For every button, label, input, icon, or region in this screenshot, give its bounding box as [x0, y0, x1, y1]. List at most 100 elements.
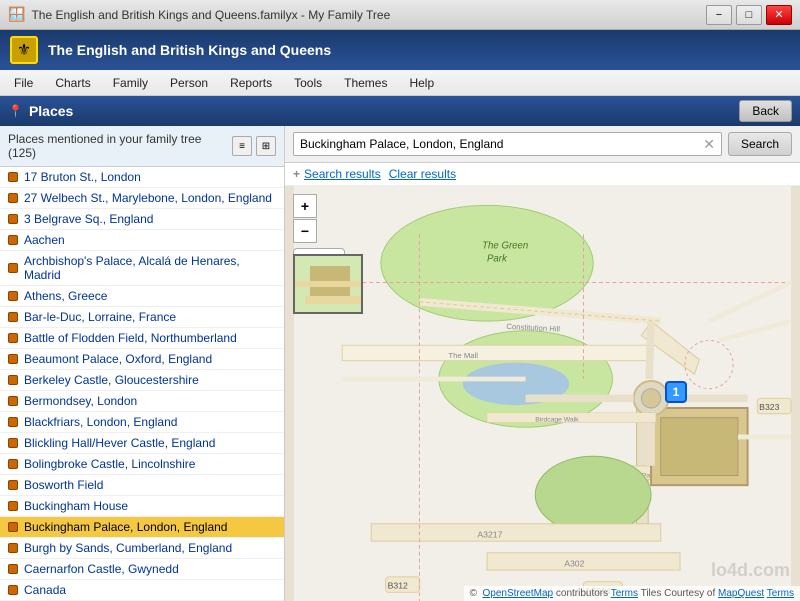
search-results-link[interactable]: Search results — [304, 167, 381, 181]
zoom-in-button[interactable]: + — [293, 194, 317, 218]
list-item[interactable]: Aachen — [0, 230, 284, 251]
place-item-label: 27 Welbech St., Marylebone, London, Engl… — [24, 191, 272, 205]
list-item[interactable]: Buckingham Palace, London, England — [0, 517, 284, 538]
menu-tools[interactable]: Tools — [284, 73, 332, 93]
places-list: 17 Bruton St., London 27 Welbech St., Mar… — [0, 167, 284, 601]
menu-person[interactable]: Person — [160, 73, 218, 93]
list-item[interactable]: Bar-le-Duc, Lorraine, France — [0, 307, 284, 328]
list-item[interactable]: 17 Bruton St., London — [0, 167, 284, 188]
list-item[interactable]: Berkeley Castle, Gloucestershire — [0, 370, 284, 391]
app-header: ⚜ The English and British Kings and Quee… — [0, 30, 800, 70]
place-item-label: Caernarfon Castle, Gwynedd — [24, 562, 179, 576]
svg-text:B323: B323 — [759, 402, 779, 412]
place-dot-icon — [8, 354, 18, 364]
back-button[interactable]: Back — [739, 100, 792, 122]
place-dot-icon — [8, 291, 18, 301]
maximize-button[interactable]: □ — [736, 5, 762, 25]
place-item-label: Buckingham Palace, London, England — [24, 520, 227, 534]
close-button[interactable]: ✕ — [766, 5, 792, 25]
list-item[interactable]: Bermondsey, London — [0, 391, 284, 412]
left-panel: Places mentioned in your family tree (12… — [0, 126, 285, 601]
place-dot-icon — [8, 312, 18, 322]
map-marker-pin: 1 — [665, 381, 687, 403]
svg-text:Park: Park — [487, 253, 508, 264]
list-item[interactable]: Beaumont Palace, Oxford, England — [0, 349, 284, 370]
places-header-icon: 📍 — [8, 104, 23, 118]
place-item-label: Athens, Greece — [24, 289, 107, 303]
zoom-out-button[interactable]: − — [293, 219, 317, 243]
map-thumbnail — [293, 254, 363, 314]
menu-file[interactable]: File — [4, 73, 43, 93]
menu-themes[interactable]: Themes — [334, 73, 397, 93]
search-input-wrap: ✕ — [293, 132, 722, 156]
svg-text:The Mall: The Mall — [448, 351, 478, 360]
app-header-title: The English and British Kings and Queens — [48, 42, 331, 58]
list-item[interactable]: Canada — [0, 580, 284, 601]
map-marker: 1 — [665, 381, 687, 403]
place-item-label: Bermondsey, London — [24, 394, 137, 408]
list-item[interactable]: Buckingham House — [0, 496, 284, 517]
minimize-button[interactable]: − — [706, 5, 732, 25]
list-view-button[interactable]: ≡ — [232, 136, 252, 156]
attribution-text: © — [470, 588, 480, 599]
place-dot-icon — [8, 263, 18, 273]
list-item[interactable]: Blackfriars, London, England — [0, 412, 284, 433]
search-results-bar: + Search results Clear results — [285, 163, 800, 186]
place-item-label: Canada — [24, 583, 66, 597]
svg-text:A3217: A3217 — [477, 529, 502, 539]
list-item[interactable]: Battle of Flodden Field, Northumberland — [0, 328, 284, 349]
place-dot-icon — [8, 459, 18, 469]
map-attribution: © OpenStreetMap contributors Terms Tiles… — [464, 586, 800, 601]
svg-text:B312: B312 — [388, 580, 408, 590]
plus-icon: + — [293, 167, 300, 181]
place-dot-icon — [8, 417, 18, 427]
place-item-label: 17 Bruton St., London — [24, 170, 141, 184]
place-item-label: Buckingham House — [24, 499, 128, 513]
list-item[interactable]: Blickling Hall/Hever Castle, England — [0, 433, 284, 454]
place-item-label: Burgh by Sands, Cumberland, England — [24, 541, 232, 555]
menu-reports[interactable]: Reports — [220, 73, 282, 93]
place-dot-icon — [8, 235, 18, 245]
list-item[interactable]: Caernarfon Castle, Gwynedd — [0, 559, 284, 580]
clear-results-link[interactable]: Clear results — [389, 167, 456, 181]
list-item[interactable]: 27 Welbech St., Marylebone, London, Engl… — [0, 188, 284, 209]
openstreetmap-link[interactable]: OpenStreetMap — [483, 588, 554, 599]
svg-text:Birdcage Walk: Birdcage Walk — [535, 416, 579, 423]
places-header-title: Places — [29, 103, 73, 119]
menu-family[interactable]: Family — [103, 73, 158, 93]
list-item[interactable]: Burgh by Sands, Cumberland, England — [0, 538, 284, 559]
place-dot-icon — [8, 522, 18, 532]
menu-bar: File Charts Family Person Reports Tools … — [0, 70, 800, 96]
list-item[interactable]: Bosworth Field — [0, 475, 284, 496]
mapquest-link[interactable]: MapQuest — [718, 588, 764, 599]
place-item-label: 3 Belgrave Sq., England — [24, 212, 153, 226]
search-bar: ✕ Search — [285, 126, 800, 163]
map-background: The Green Park Constitution Hill Bucking… — [285, 186, 800, 601]
list-item[interactable]: Archbishop's Palace, Alcalá de Henares, … — [0, 251, 284, 286]
list-item[interactable]: Athens, Greece — [0, 286, 284, 307]
menu-help[interactable]: Help — [399, 73, 444, 93]
place-item-label: Beaumont Palace, Oxford, England — [24, 352, 212, 366]
title-bar: 🪟 The English and British Kings and Quee… — [0, 0, 800, 30]
place-dot-icon — [8, 480, 18, 490]
search-button[interactable]: Search — [728, 132, 792, 156]
place-dot-icon — [8, 214, 18, 224]
terms-link[interactable]: Terms — [611, 588, 638, 599]
map-area[interactable]: The Green Park Constitution Hill Bucking… — [285, 186, 800, 601]
place-item-label: Blackfriars, London, England — [24, 415, 177, 429]
place-item-label: Berkeley Castle, Gloucestershire — [24, 373, 199, 387]
grid-view-button[interactable]: ⊞ — [256, 136, 276, 156]
list-item[interactable]: 3 Belgrave Sq., England — [0, 209, 284, 230]
place-item-label: Battle of Flodden Field, Northumberland — [24, 331, 237, 345]
main-content: Places mentioned in your family tree (12… — [0, 126, 800, 601]
search-clear-button[interactable]: ✕ — [697, 136, 721, 153]
place-dot-icon — [8, 396, 18, 406]
terms-link2[interactable]: Terms — [767, 588, 794, 599]
place-item-label: Bar-le-Duc, Lorraine, France — [24, 310, 176, 324]
window-title: The English and British Kings and Queens… — [31, 8, 390, 22]
menu-charts[interactable]: Charts — [45, 73, 100, 93]
right-panel: ✕ Search + Search results Clear results … — [285, 126, 800, 601]
search-input[interactable] — [294, 133, 697, 155]
place-item-label: Blickling Hall/Hever Castle, England — [24, 436, 215, 450]
list-item[interactable]: Bolingbroke Castle, Lincolnshire — [0, 454, 284, 475]
